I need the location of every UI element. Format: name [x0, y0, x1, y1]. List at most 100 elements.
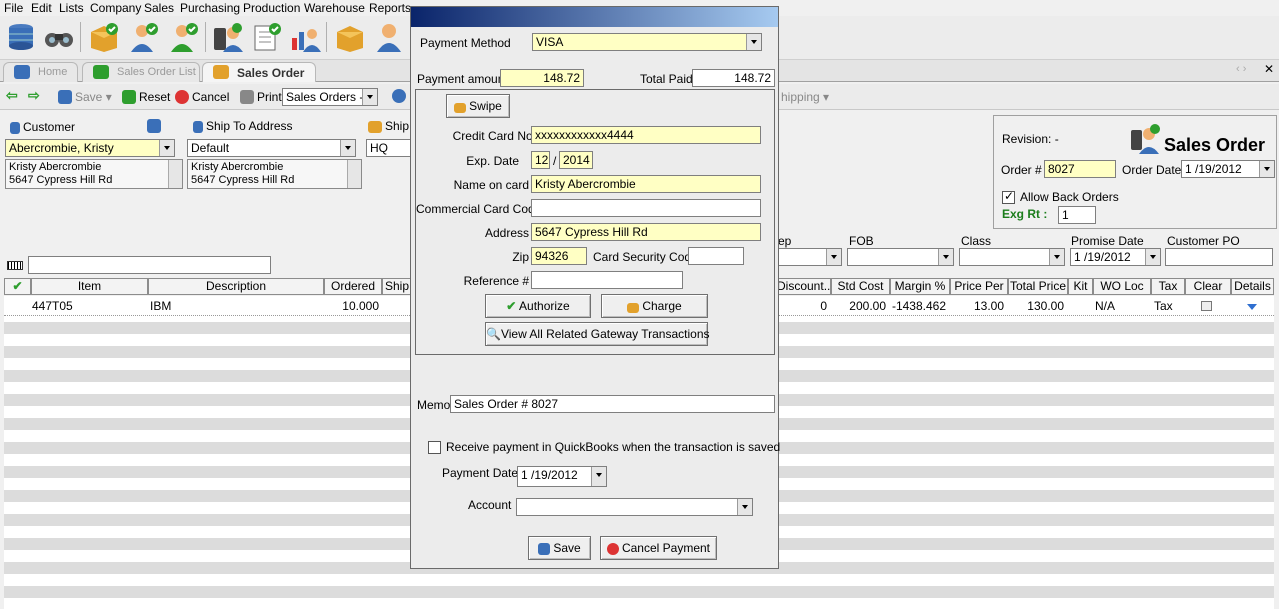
- payment-amount-field[interactable]: 148.72: [500, 69, 584, 87]
- cell-wo-loc[interactable]: N/A: [1095, 296, 1149, 316]
- customer-select[interactable]: Abercrombie, Kristy: [5, 139, 175, 157]
- payment-method-select[interactable]: VISA: [532, 33, 762, 51]
- barcode-icon[interactable]: [7, 261, 23, 270]
- ship-from-select[interactable]: HQ: [366, 139, 412, 157]
- customer-po-field[interactable]: [1165, 248, 1273, 266]
- menu-edit[interactable]: Edit: [31, 1, 52, 15]
- tab-sales-order-list[interactable]: Sales Order List: [82, 62, 200, 82]
- package-icon[interactable]: [333, 20, 367, 54]
- clear-row-icon[interactable]: [1201, 301, 1212, 311]
- cell-std-cost[interactable]: 200.00: [831, 296, 886, 316]
- col-details[interactable]: Details: [1231, 278, 1274, 295]
- menu-sales[interactable]: Sales: [144, 1, 174, 15]
- charge-button[interactable]: Charge: [601, 294, 708, 318]
- cell-description[interactable]: IBM: [150, 296, 320, 316]
- reference-field[interactable]: [531, 271, 683, 289]
- print-form-select[interactable]: Sales Orders - C: [282, 88, 378, 106]
- col-discount[interactable]: Discount...: [776, 278, 831, 295]
- tab-sales-order[interactable]: Sales Order: [202, 62, 316, 82]
- dialog-title-bar[interactable]: [411, 7, 778, 27]
- col-item[interactable]: Item: [31, 278, 148, 295]
- exchange-rate-field[interactable]: 1: [1058, 206, 1096, 224]
- col-ship[interactable]: Ship: [382, 278, 412, 295]
- cell-price-per[interactable]: 13.00: [950, 296, 1004, 316]
- print-button[interactable]: Print: [240, 90, 282, 104]
- save-button[interactable]: Save ▾: [58, 90, 112, 104]
- name-on-card-field[interactable]: Kristy Abercrombie: [531, 175, 761, 193]
- fob-select[interactable]: [847, 248, 954, 266]
- cell-tax[interactable]: Tax: [1154, 296, 1184, 316]
- col-price-per[interactable]: Price Per: [950, 278, 1008, 295]
- forward-arrow-icon[interactable]: ⇨: [28, 87, 40, 104]
- cancel-button[interactable]: Cancel: [175, 90, 229, 104]
- order-date-field[interactable]: 1 /19/2012: [1181, 160, 1275, 178]
- shipping-menu[interactable]: hipping ▾: [781, 90, 829, 104]
- col-total-price[interactable]: Total Price: [1008, 278, 1068, 295]
- address-scrollbar[interactable]: [168, 160, 182, 188]
- memo-label: Memo: [417, 398, 451, 412]
- address-scrollbar[interactable]: [347, 160, 361, 188]
- payment-date-field[interactable]: 1 /19/2012: [517, 466, 607, 487]
- chart-user-icon[interactable]: [288, 20, 322, 54]
- allow-back-orders-checkbox[interactable]: [1002, 189, 1015, 204]
- close-tab-icon[interactable]: ✕: [1264, 62, 1274, 76]
- payment-save-button[interactable]: Save: [528, 536, 591, 560]
- swipe-button[interactable]: Swipe: [446, 94, 510, 118]
- col-clear[interactable]: Clear: [1185, 278, 1231, 295]
- menu-company[interactable]: Company: [90, 1, 141, 15]
- menu-file[interactable]: File: [4, 1, 23, 15]
- binoculars-icon[interactable]: [42, 20, 76, 54]
- credit-card-field[interactable]: xxxxxxxxxxxx4444: [531, 126, 761, 144]
- menu-lists[interactable]: Lists: [59, 1, 84, 15]
- help-icon[interactable]: [392, 89, 409, 103]
- commercial-card-field[interactable]: [531, 199, 761, 217]
- receive-in-quickbooks-checkbox[interactable]: [428, 441, 441, 454]
- details-chevron-icon[interactable]: [1247, 304, 1257, 310]
- col-ordered[interactable]: Ordered: [324, 278, 382, 295]
- user-green-icon[interactable]: [167, 20, 201, 54]
- billing-address-field[interactable]: 5647 Cypress Hill Rd: [531, 223, 761, 241]
- view-gateway-transactions-button[interactable]: 🔍View All Related Gateway Transactions: [485, 322, 710, 346]
- col-description[interactable]: Description: [148, 278, 324, 295]
- cell-ordered[interactable]: 10.000: [324, 296, 379, 316]
- database-icon[interactable]: [4, 20, 38, 54]
- card-security-code-field[interactable]: [688, 247, 744, 265]
- rep-select[interactable]: [770, 248, 842, 266]
- phone-user-icon[interactable]: [211, 20, 245, 54]
- menu-warehouse[interactable]: Warehouse: [304, 1, 365, 15]
- menu-purchasing[interactable]: Purchasing: [180, 1, 240, 15]
- cancel-payment-button[interactable]: Cancel Payment: [600, 536, 717, 560]
- tab-scroll-arrows[interactable]: ‹ ›: [1236, 63, 1246, 75]
- promise-date-field[interactable]: 1 /19/2012: [1070, 248, 1161, 266]
- customer-lookup-icon[interactable]: [147, 119, 161, 133]
- col-std-cost[interactable]: Std Cost: [831, 278, 890, 295]
- reset-button[interactable]: Reset: [122, 90, 170, 104]
- menu-production[interactable]: Production: [243, 1, 300, 15]
- cell-margin[interactable]: -1438.462: [890, 296, 946, 316]
- cell-discount[interactable]: 0: [776, 296, 827, 316]
- menu-reports[interactable]: Reports: [369, 1, 411, 15]
- package-check-icon[interactable]: [87, 20, 121, 54]
- cell-total-price[interactable]: 130.00: [1008, 296, 1064, 316]
- tab-home[interactable]: Home: [3, 62, 78, 82]
- exp-year-field[interactable]: 2014: [559, 151, 593, 169]
- col-wo-loc[interactable]: WO Loc: [1093, 278, 1151, 295]
- col-margin[interactable]: Margin %: [890, 278, 950, 295]
- user-check-icon[interactable]: [127, 20, 161, 54]
- col-kit[interactable]: Kit: [1068, 278, 1093, 295]
- account-select[interactable]: [516, 498, 753, 516]
- user-icon[interactable]: [372, 20, 406, 54]
- order-number-field[interactable]: 8027: [1044, 160, 1116, 178]
- zip-field[interactable]: 94326: [531, 247, 587, 265]
- cell-item[interactable]: 447T05: [32, 296, 142, 316]
- class-select[interactable]: [959, 248, 1065, 266]
- document-check-icon[interactable]: [250, 20, 284, 54]
- barcode-scan-input[interactable]: [28, 256, 271, 274]
- col-tax[interactable]: Tax: [1151, 278, 1185, 295]
- authorize-button[interactable]: ✔ Authorize: [485, 294, 591, 318]
- select-all-check-icon[interactable]: ✔: [4, 278, 31, 295]
- ship-to-select[interactable]: Default: [187, 139, 356, 157]
- back-arrow-icon[interactable]: ⇦: [6, 87, 18, 104]
- exp-month-field[interactable]: 12: [531, 151, 550, 169]
- memo-field[interactable]: Sales Order # 8027: [450, 395, 775, 413]
